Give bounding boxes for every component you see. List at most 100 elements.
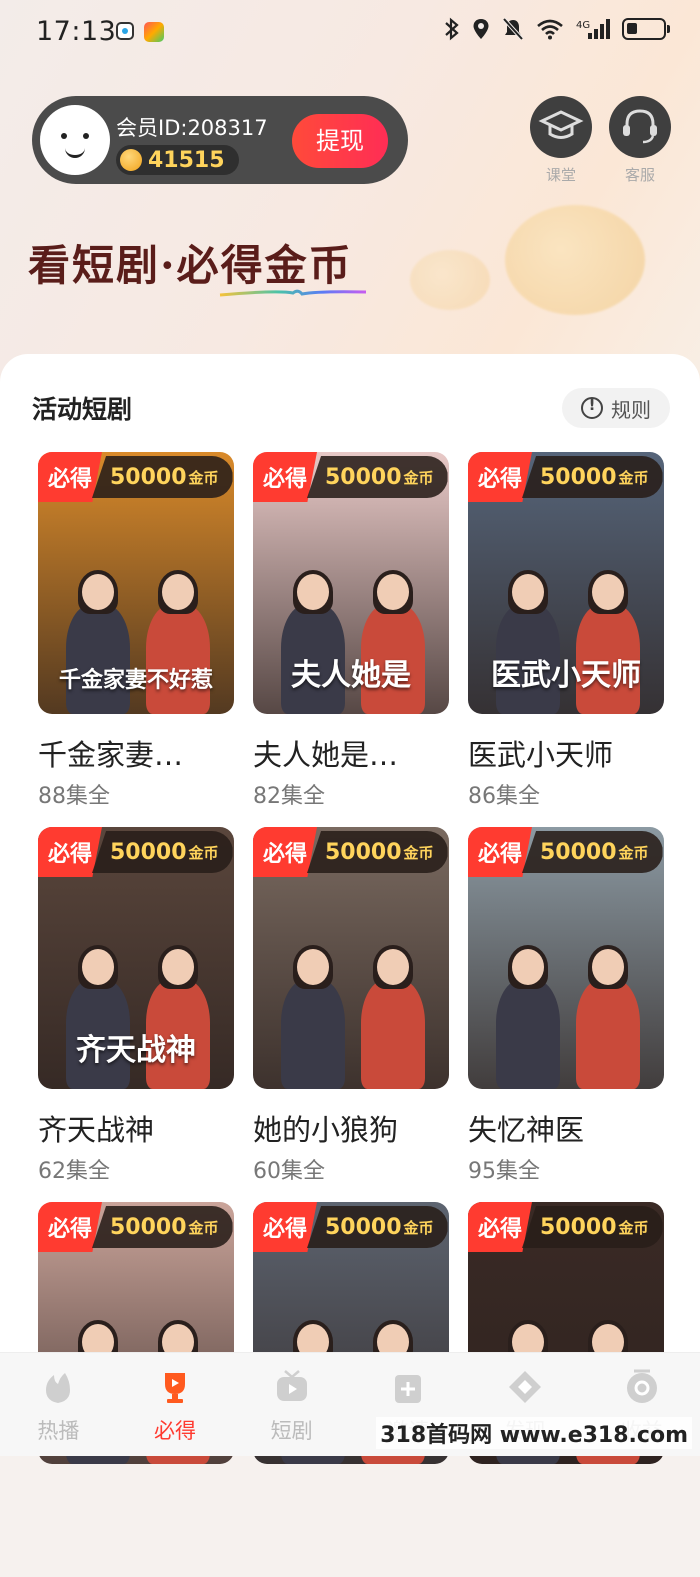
reward-badge: 必得 50000 金币 <box>468 827 663 877</box>
trophy-icon <box>164 1373 185 1403</box>
section-title: 活动短剧 <box>32 395 133 424</box>
location-icon <box>473 19 489 39</box>
drama-poster[interactable]: 齐天战神 必得 50000 金币 <box>38 827 234 1089</box>
poster-figure <box>281 979 345 1089</box>
drama-card[interactable]: 必得 50000 金币 她的小狼狗 60集全 <box>253 827 449 1202</box>
drama-title: 千金家妻… <box>38 738 184 772</box>
poster-title: 夫人她是 <box>291 658 411 693</box>
bluetooth-icon <box>445 17 459 41</box>
drama-title: 失忆神医 <box>468 1113 585 1147</box>
drama-poster[interactable]: 医武小天师 必得 50000 金币 <box>468 452 664 714</box>
coin-decoration <box>505 205 645 315</box>
reward-amount: 50000 金币 <box>307 831 448 873</box>
member-id: 会员ID:208317 <box>116 116 268 140</box>
poster-figure <box>361 979 425 1089</box>
drama-card[interactable]: 齐天战神 必得 50000 金币 齐天战神 62集全 <box>38 827 234 1202</box>
drama-title: 齐天战神 <box>38 1113 155 1147</box>
reward-badge: 必得 50000 金币 <box>468 452 663 502</box>
reward-badge: 必得 50000 金币 <box>468 1202 663 1252</box>
reward-badge: 必得 50000 金币 <box>253 1202 448 1252</box>
must-get-label: 必得 <box>468 452 532 502</box>
reward-amount: 50000 金币 <box>307 456 448 498</box>
avatar[interactable] <box>40 105 110 175</box>
tab-label: 必得 <box>153 1419 196 1443</box>
poster-figure-head <box>592 574 624 610</box>
reward-badge: 必得 50000 金币 <box>253 452 448 502</box>
drama-episodes: 86集全 <box>468 784 540 809</box>
drama-title: 夫人她是… <box>253 738 399 772</box>
drama-episodes: 82集全 <box>253 784 325 809</box>
reward-amount: 50000 金币 <box>522 1206 663 1248</box>
drama-card[interactable]: 医武小天师 必得 50000 金币 医武小天师 86集全 <box>468 452 664 827</box>
must-get-label: 必得 <box>38 452 102 502</box>
reward-unit: 金币 <box>618 1218 649 1237</box>
coin-balance: 41515 <box>116 145 239 175</box>
must-get-label: 必得 <box>253 1202 317 1252</box>
reward-amount: 50000 金币 <box>522 456 663 498</box>
drama-episodes: 88集全 <box>38 784 110 809</box>
reward-amount: 50000 金币 <box>92 1206 233 1248</box>
reward-unit: 金币 <box>403 843 434 862</box>
poster-figure-head <box>377 574 409 610</box>
headline-underline <box>219 289 367 297</box>
status-icons: 4G <box>444 17 670 41</box>
mute-icon <box>502 17 524 41</box>
must-get-label: 必得 <box>253 452 317 502</box>
drama-episodes: 62集全 <box>38 1159 110 1184</box>
poster-figure <box>576 979 640 1089</box>
poster-figure <box>146 604 210 714</box>
status-bar: 17:13 4G <box>0 0 700 64</box>
reward-value: 50000 <box>110 1214 187 1240</box>
svg-text:4G: 4G <box>576 20 590 31</box>
reward-amount: 50000 金币 <box>92 831 233 873</box>
course-button[interactable] <box>530 96 592 158</box>
drama-poster[interactable]: 夫人她是 必得 50000 金币 <box>253 452 449 714</box>
reward-unit: 金币 <box>618 468 649 487</box>
reward-amount: 50000 金币 <box>522 831 663 873</box>
poster-figure <box>496 979 560 1089</box>
customer-service-button[interactable] <box>609 96 671 158</box>
reward-value: 50000 <box>110 464 187 490</box>
coin-decoration <box>410 250 490 310</box>
withdraw-button[interactable]: 提现 <box>292 114 388 168</box>
banner-headline: 看短剧·必得金币 <box>28 241 353 290</box>
reward-value: 50000 <box>325 464 402 490</box>
poster-figure-head <box>82 574 114 610</box>
poster-figure-head <box>297 949 329 985</box>
poster-figure-head <box>377 949 409 985</box>
reward-badge: 必得 50000 金币 <box>253 827 448 877</box>
reward-unit: 金币 <box>188 843 219 862</box>
drama-card[interactable]: 必得 50000 金币 失忆神医 95集全 <box>468 827 664 1202</box>
info-icon <box>581 396 603 419</box>
wallet-icon <box>626 1369 657 1403</box>
reward-value: 50000 <box>540 464 617 490</box>
reward-amount: 50000 金币 <box>92 456 233 498</box>
wifi-icon <box>537 19 563 40</box>
coin-balance-value: 41515 <box>148 147 225 173</box>
tab-label: 热播 <box>37 1419 80 1443</box>
rules-button[interactable]: 规则 <box>562 388 670 428</box>
tab-trophy[interactable]: 必得 <box>117 1353 234 1456</box>
drama-poster[interactable]: 必得 50000 金币 <box>253 827 449 1089</box>
poster-figure-head <box>162 574 194 610</box>
tab-tv[interactable]: 短剧 <box>233 1353 350 1456</box>
course-label: 课堂 <box>545 166 576 184</box>
gift-icon <box>395 1375 422 1403</box>
reward-unit: 金币 <box>618 843 649 862</box>
tab-flame[interactable]: 热播 <box>0 1353 117 1456</box>
signal-icon: 4G <box>576 19 610 39</box>
drama-card[interactable]: 夫人她是 必得 50000 金币夫人她是… 82集全 <box>253 452 449 827</box>
poster-title: 齐天战神 <box>76 1033 196 1068</box>
reward-value: 50000 <box>540 839 617 865</box>
tv-icon <box>276 1370 307 1401</box>
graduation-cap-icon <box>538 110 584 139</box>
reward-value: 50000 <box>110 839 187 865</box>
must-get-label: 必得 <box>38 1202 102 1252</box>
poster-title: 千金家妻不好惹 <box>58 667 213 693</box>
watermark: 318首码网 www.e318.com <box>376 1417 692 1449</box>
must-get-label: 必得 <box>253 827 317 877</box>
drama-poster[interactable]: 必得 50000 金币 <box>468 827 664 1089</box>
reward-value: 50000 <box>540 1214 617 1240</box>
drama-card[interactable]: 千金家妻不好惹 必得 50000 金币千金家妻… 88集全 <box>38 452 234 827</box>
drama-poster[interactable]: 千金家妻不好惹 必得 50000 金币 <box>38 452 234 714</box>
